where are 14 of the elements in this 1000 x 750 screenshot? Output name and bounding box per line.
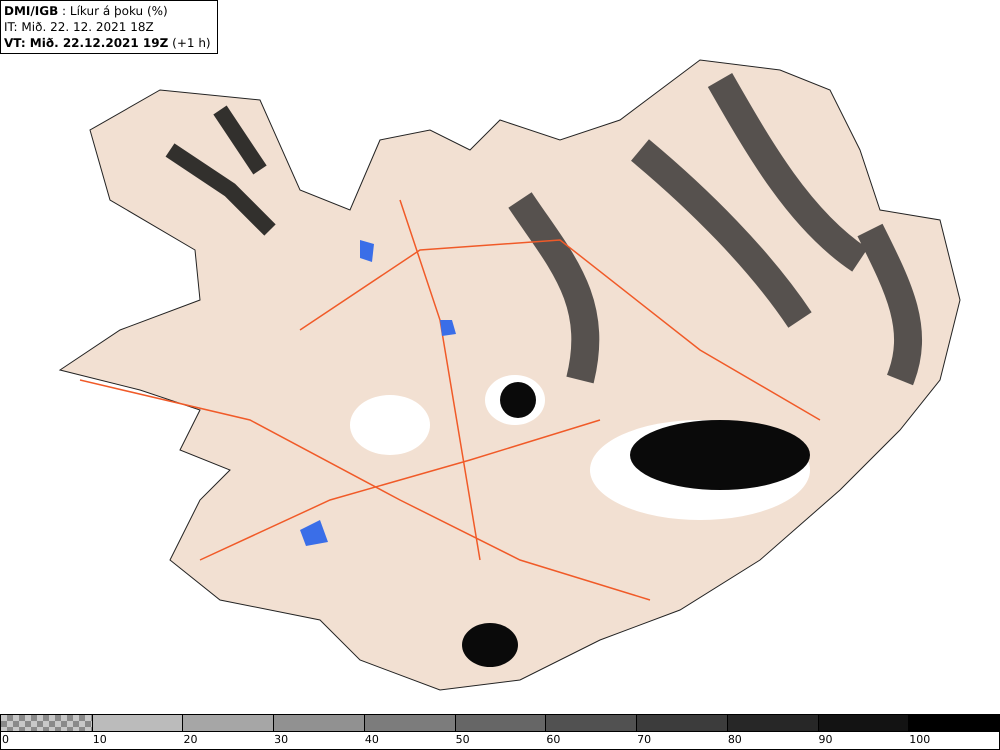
- scale-label: 70: [636, 732, 652, 748]
- legend-text: VT: Mið. 22.12.2021 19Z (+1 h): [4, 35, 211, 51]
- scale-label: 50: [454, 732, 470, 748]
- scale-label: 20: [182, 732, 198, 748]
- scale-label: 10: [92, 732, 107, 748]
- scale-label: 40: [364, 732, 379, 748]
- scale-label: 30: [273, 732, 288, 748]
- scale-label: 80: [726, 732, 742, 748]
- legend-text: IT: Mið. 22. 12. 2021 18Z: [4, 19, 155, 35]
- legend-text: DMI/IGB : Líkur á þoku (%): [4, 3, 169, 19]
- scale-label: 90: [818, 732, 833, 748]
- scale-label: 100: [908, 732, 930, 748]
- scale-label: 60: [545, 732, 560, 748]
- scale-label: 0: [1, 732, 9, 748]
